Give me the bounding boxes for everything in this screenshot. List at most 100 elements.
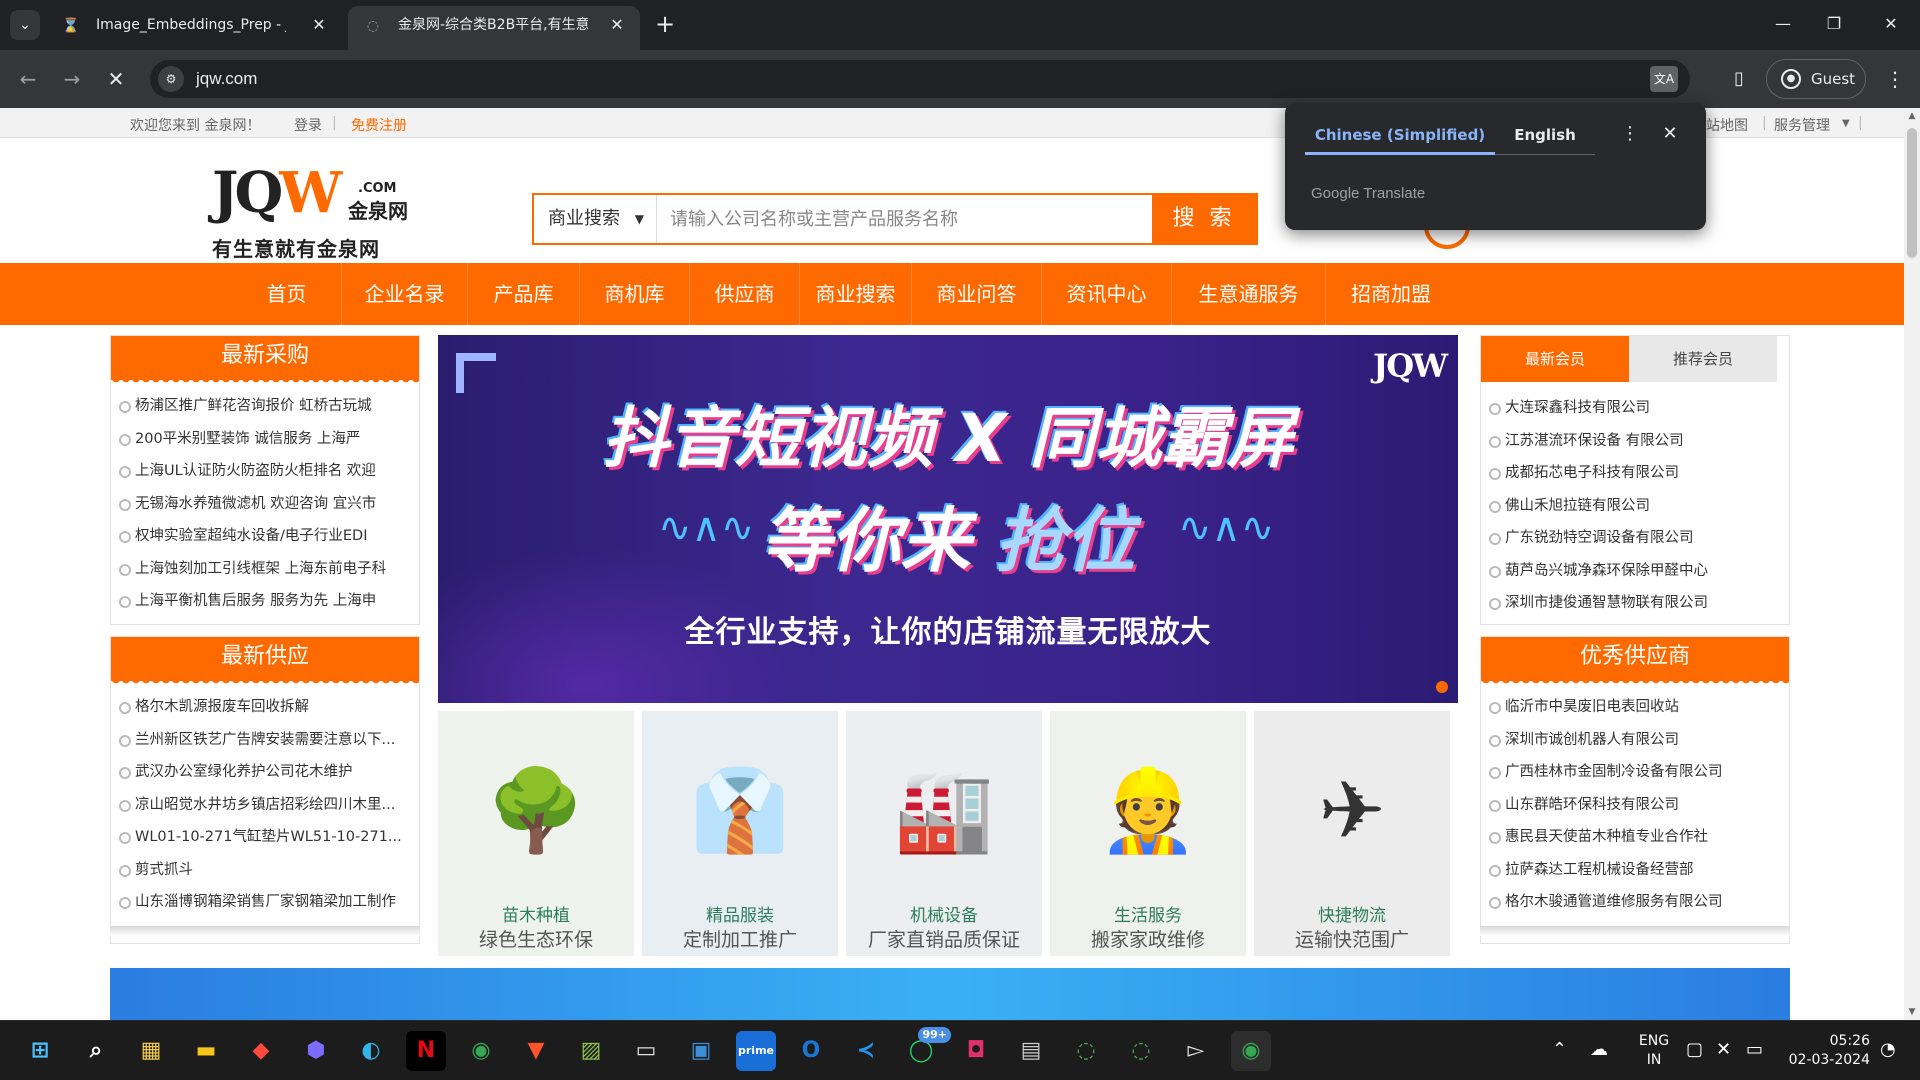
network-icon[interactable]: ▢ [1686, 1039, 1703, 1060]
minimize-button[interactable]: — [1754, 0, 1812, 48]
chevron-up-icon[interactable]: ⌃ [1552, 1039, 1567, 1060]
list-item[interactable]: 上海UL认证防火防盗防火柜排名 欢迎 [119, 455, 419, 488]
copilot-icon[interactable]: ⬢ [296, 1031, 336, 1071]
search-category-select[interactable]: 商业搜索 ▼ [534, 195, 657, 243]
list-item[interactable]: 权坤实验室超纯水设备/电子行业EDI [119, 520, 419, 553]
nav-item-business-search[interactable]: 商业搜索 [800, 263, 912, 325]
loading-app-icon[interactable]: ◌ [1066, 1031, 1106, 1071]
netflix-icon[interactable]: N [406, 1031, 446, 1071]
nav-item-home[interactable]: 首页 [232, 263, 342, 325]
terminal-icon[interactable]: ▭ [626, 1031, 666, 1071]
console-icon[interactable]: ▻ [1176, 1031, 1216, 1071]
tab-target-language[interactable]: English [1495, 117, 1595, 155]
list-item[interactable]: 格尔木骏通管道维修服务有限公司 [1489, 886, 1789, 919]
nav-item-franchise[interactable]: 招商加盟 [1326, 263, 1456, 325]
tab-jqw[interactable]: ◌ 金泉网-综合类B2B平台,有生意就 ✕ [348, 6, 640, 50]
tab-source-language[interactable]: Chinese (Simplified) [1305, 117, 1495, 155]
whatsapp-icon[interactable]: ◯ 99+ [901, 1027, 951, 1071]
prime-video-icon[interactable]: prime [736, 1031, 776, 1071]
close-icon[interactable]: ✕ [308, 14, 330, 36]
stop-loading-button[interactable]: ✕ [100, 63, 132, 95]
app-window-icon[interactable]: ▤ [1011, 1031, 1051, 1071]
image-viewer-icon[interactable]: ▨ [571, 1031, 611, 1071]
service-management-link[interactable]: 服务管理 [1774, 115, 1830, 135]
list-item[interactable]: 深圳市捷俊通智慧物联有限公司 [1489, 587, 1789, 620]
list-item[interactable]: 凉山昭觉水井坊乡镇店招彩绘四川木里... [119, 789, 419, 822]
list-item[interactable]: 成都拓芯电子科技有限公司 [1489, 457, 1789, 490]
register-link[interactable]: 免费注册 [351, 115, 407, 135]
tab-recommended-members[interactable]: 推荐会员 [1629, 336, 1777, 382]
url-text[interactable]: jqw.com [196, 69, 257, 89]
scroll-down-icon[interactable]: ▼ [1904, 1004, 1920, 1020]
browser-menu-icon[interactable]: ⋮ [1880, 64, 1910, 94]
site-logo[interactable]: JQW .COM 金泉网 有生意就有金泉网 [210, 163, 410, 261]
scroll-up-icon[interactable]: ▲ [1904, 108, 1920, 124]
category-card-machinery[interactable]: 🏭 机械设备 厂家直销品质保证 [846, 711, 1042, 956]
volume-muted-icon[interactable]: ✕ [1716, 1039, 1731, 1060]
back-button[interactable]: ← [12, 63, 44, 95]
category-card-nursery[interactable]: 🌳 苗木种植 绿色生态环保 [438, 711, 634, 956]
list-item[interactable]: 临沂市中昊废旧电表回收站 [1489, 691, 1789, 724]
promo-banner[interactable]: JQW 抖音短视频 X 同城霸屏 ∿∧∿ ∿∧∿ 等你来 抢位 全行业支持，让你… [438, 335, 1458, 703]
nav-item-service[interactable]: 生意通服务 [1172, 263, 1326, 325]
list-item[interactable]: 200平米别墅装饰 诚信服务 上海严 [119, 423, 419, 456]
system-clock[interactable]: 05:26 02-03-2024 [1780, 1032, 1870, 1070]
nav-item-qa[interactable]: 商业问答 [912, 263, 1042, 325]
list-item[interactable]: 江苏湛流环保设备 有限公司 [1489, 425, 1789, 458]
category-card-logistics[interactable]: ✈ 快捷物流 运输快范围广 [1254, 711, 1450, 956]
list-item[interactable]: 格尔木凯源报废车回收拆解 [119, 691, 419, 724]
carousel-indicator[interactable] [1436, 681, 1448, 693]
search-input[interactable] [658, 195, 1132, 243]
nav-item-suppliers[interactable]: 供应商 [690, 263, 800, 325]
outlook-icon[interactable]: O [791, 1031, 831, 1071]
widgets-icon[interactable]: ▦ [131, 1031, 171, 1071]
battery-icon[interactable]: ▭ [1746, 1039, 1763, 1060]
search-button[interactable]: 搜 索 [1152, 195, 1256, 243]
list-item[interactable]: 剪式抓斗 [119, 854, 419, 887]
nav-item-directory[interactable]: 企业名录 [342, 263, 468, 325]
nav-item-news[interactable]: 资讯中心 [1042, 263, 1172, 325]
store-icon[interactable]: ▣ [681, 1031, 721, 1071]
list-item[interactable]: 山东群皓环保科技有限公司 [1489, 789, 1789, 822]
list-item[interactable]: 无锡海水养殖微滤机 欢迎咨询 宜兴市 [119, 488, 419, 521]
list-item[interactable]: 深圳市诚创机器人有限公司 [1489, 724, 1789, 757]
site-info-icon[interactable]: ⚙ [158, 66, 184, 92]
loading-app-icon[interactable]: ◌ [1121, 1031, 1161, 1071]
app-icon[interactable]: ◆ [241, 1031, 281, 1071]
close-icon[interactable]: ✕ [1655, 119, 1685, 149]
sitemap-link[interactable]: 站地图 [1706, 115, 1748, 135]
list-item[interactable]: 惠民县天使苗木种植专业合作社 [1489, 821, 1789, 854]
close-icon[interactable]: ✕ [606, 14, 628, 36]
language-indicator[interactable]: ENG IN [1634, 1032, 1674, 1070]
forward-button[interactable]: → [56, 63, 88, 95]
nav-item-opportunities[interactable]: 商机库 [580, 263, 690, 325]
restore-button[interactable]: ❐ [1805, 0, 1863, 48]
list-item[interactable]: 武汉办公室绿化养护公司花木维护 [119, 756, 419, 789]
login-link[interactable]: 登录 [294, 115, 322, 135]
address-bar[interactable]: ⚙ jqw.com 文A [150, 60, 1690, 98]
list-item[interactable]: 拉萨森达工程机械设备经营部 [1489, 854, 1789, 887]
brave-icon[interactable]: ▼ [516, 1031, 556, 1071]
chrome-active-icon[interactable]: ◉ [1231, 1031, 1271, 1071]
list-item[interactable]: 上海平衡机售后服务 服务为先 上海申 [119, 585, 419, 618]
profile-button[interactable]: ● Guest [1766, 59, 1866, 99]
list-item[interactable]: 兰州新区铁艺广告牌安装需要注意以下... [119, 724, 419, 757]
onedrive-icon[interactable]: ☁ [1590, 1039, 1608, 1060]
more-options-icon[interactable]: ⋮ [1615, 119, 1645, 149]
chrome-icon[interactable]: ◉ [461, 1031, 501, 1071]
chevron-down-icon[interactable]: ▼ [1842, 118, 1850, 129]
category-card-apparel[interactable]: 👔 精品服装 定制加工推广 [642, 711, 838, 956]
file-explorer-icon[interactable]: ▬ [186, 1031, 226, 1071]
list-item[interactable]: 杨浦区推广鲜花咨询报价 虹桥古玩城 [119, 390, 419, 423]
list-item[interactable]: 佛山禾旭拉链有限公司 [1489, 490, 1789, 523]
list-item[interactable]: 广西桂林市金固制冷设备有限公司 [1489, 756, 1789, 789]
notification-bell-icon[interactable]: ◔ [1880, 1039, 1896, 1060]
tab-jupyter[interactable]: ⌛ Image_Embeddings_Prep - Jupyter ✕ [46, 6, 342, 50]
new-tab-button[interactable]: + [650, 10, 680, 40]
list-item[interactable]: WL01-10-271气缸垫片WL51-10-271... [119, 821, 419, 854]
vscode-icon[interactable]: ≺ [846, 1031, 886, 1071]
tab-latest-members[interactable]: 最新会员 [1481, 336, 1629, 382]
list-item[interactable]: 上海蚀刻加工引线框架 上海东前电子科 [119, 553, 419, 586]
scroll-thumb[interactable] [1907, 128, 1917, 258]
translate-icon[interactable]: 文A [1650, 66, 1678, 92]
